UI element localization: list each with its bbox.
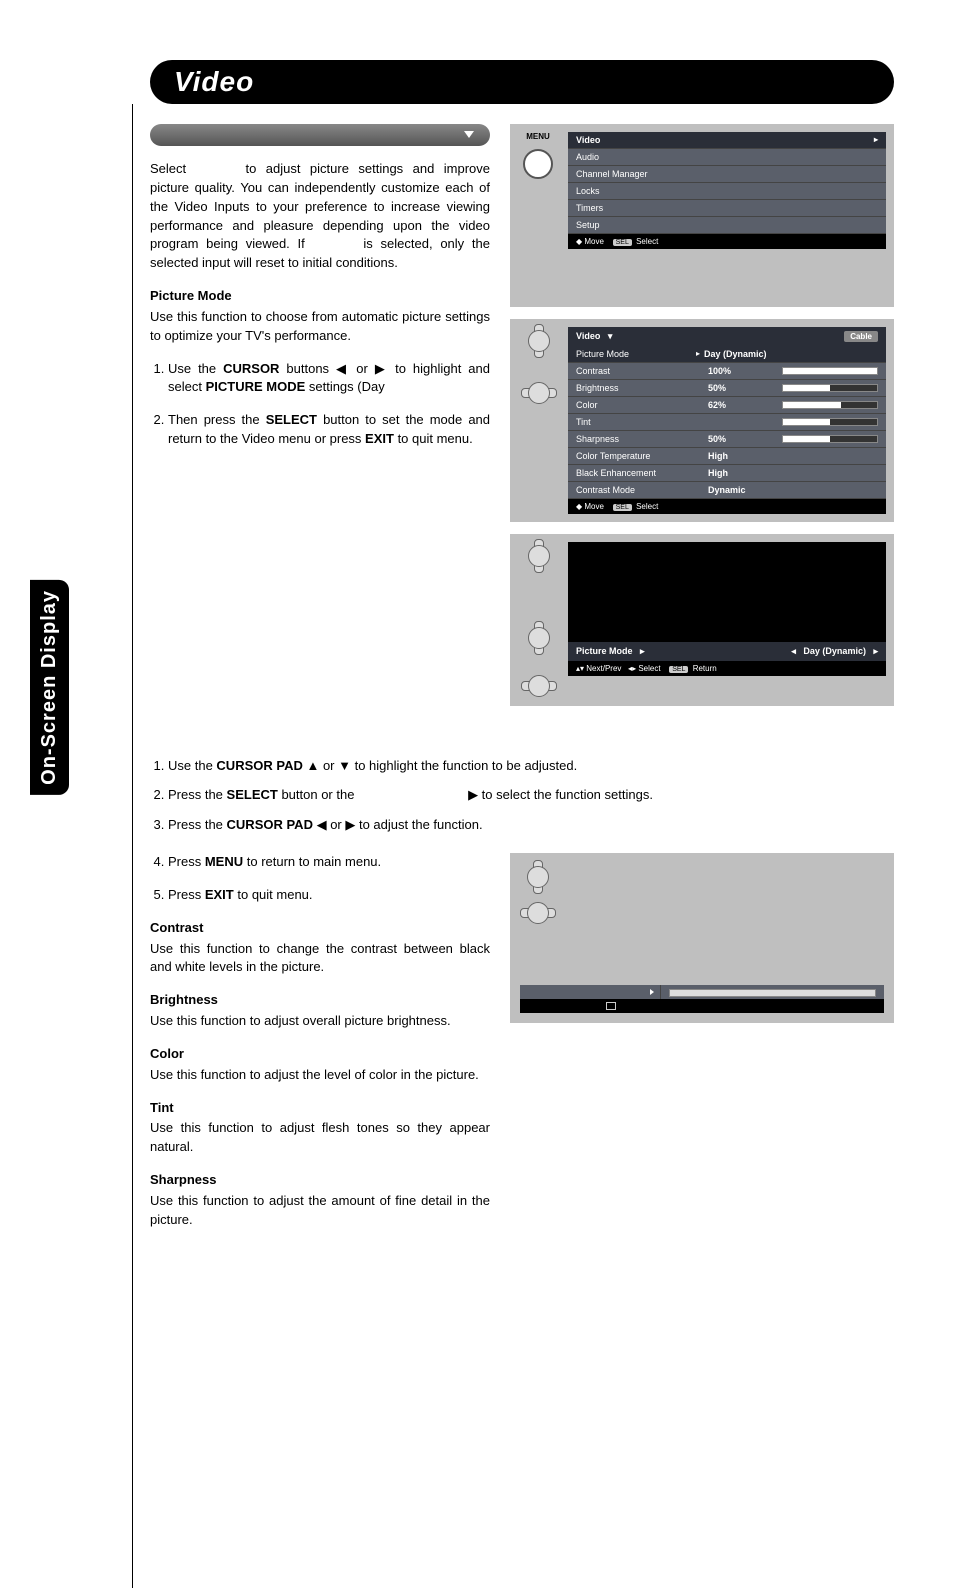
dpad-horizontal-icon xyxy=(520,899,554,925)
chevron-right-icon: ▸ xyxy=(640,646,645,656)
dpad-horizontal-icon xyxy=(521,672,555,698)
tint-heading: Tint xyxy=(150,1099,490,1118)
step: Use the CURSOR PAD ▲ or ▼ to highlight t… xyxy=(168,758,894,773)
chevron-down-icon: ▾ xyxy=(608,331,613,341)
source-badge: Cable xyxy=(844,331,878,342)
menu-item-color-temperature[interactable]: Color TemperatureHigh xyxy=(568,448,886,465)
menu-button-icon xyxy=(523,149,553,179)
dpad-vertical-icon xyxy=(521,542,555,568)
hint-bar: ▴▾ ◂▸ xyxy=(520,999,884,1013)
menu-item-video[interactable]: Video▸ xyxy=(568,132,886,149)
osd-main-menu: MENU Video▸ Audio Channel Manager Locks … xyxy=(510,124,894,307)
menu-item-contrast[interactable]: Contrast100% xyxy=(568,363,886,380)
adjustment-steps-cont: Press MENU to return to main menu. Press… xyxy=(168,853,490,905)
menu-item-timers[interactable]: Timers xyxy=(568,200,886,217)
hint-bar: ◆ Move SEL Select xyxy=(568,499,886,514)
slider-row[interactable] xyxy=(520,985,884,999)
chevron-left-icon: ◂ xyxy=(791,646,796,656)
menu-title-row: Video ▾ Cable xyxy=(568,327,886,346)
updown-icon: ▴▾ xyxy=(550,1000,558,1012)
picture-mode-heading: Picture Mode xyxy=(150,287,490,306)
sharpness-desc: Use this function to adjust the amount o… xyxy=(150,1192,490,1230)
menu-item-sharpness[interactable]: Sharpness50% xyxy=(568,431,886,448)
slider-bar[interactable] xyxy=(669,989,876,997)
chevron-right-icon: ▸ xyxy=(873,646,878,656)
picture-mode-bar[interactable]: Picture Mode ▸ ◂ Day (Dynamic) ▸ xyxy=(568,642,886,661)
tint-desc: Use this function to adjust flesh tones … xyxy=(150,1119,490,1157)
menu-item-black-enhancement[interactable]: Black EnhancementHigh xyxy=(568,465,886,482)
osd-video-menu: Video ▾ Cable Picture Mode▸Day (Dynamic)… xyxy=(510,319,894,522)
menu-item-audio[interactable]: Audio xyxy=(568,149,886,166)
step: Press MENU to return to main menu. xyxy=(168,853,490,872)
step: Press the CURSOR PAD ◀ or ▶ to adjust th… xyxy=(168,817,894,833)
step: Then press the SELECT button to set the … xyxy=(168,411,490,449)
dpad-vertical-icon xyxy=(520,863,554,889)
hint-bar: ▴▾ Next/Prev ◂▸ Select SEL Return xyxy=(568,661,886,676)
picture-mode-steps: Use the CURSOR buttons ◀ or ▶ to highlig… xyxy=(168,360,490,449)
key-icon xyxy=(606,1002,616,1010)
color-heading: Color xyxy=(150,1045,490,1064)
menu-item-setup[interactable]: Setup xyxy=(568,217,886,234)
side-tab: On-Screen Display xyxy=(30,580,69,795)
chevron-down-icon xyxy=(464,131,474,138)
picture-mode-desc: Use this function to choose from automat… xyxy=(150,308,490,346)
menu-item-picture-mode[interactable]: Picture Mode▸Day (Dynamic) xyxy=(568,346,886,363)
contrast-desc: Use this function to change the contrast… xyxy=(150,940,490,978)
brightness-desc: Use this function to adjust overall pict… xyxy=(150,1012,490,1031)
divider xyxy=(132,104,133,1588)
hint-bar: ◆ Move SEL Select xyxy=(568,234,886,249)
dpad-horizontal-icon xyxy=(521,379,555,405)
menu-item-channel-manager[interactable]: Channel Manager xyxy=(568,166,886,183)
intro-paragraph: Select VIDEO to adjust picture settings … xyxy=(150,160,490,273)
brightness-heading: Brightness xyxy=(150,991,490,1010)
chevron-right-icon: ▸ xyxy=(874,135,878,145)
subsection-pill xyxy=(150,124,490,146)
leftright-icon: ◂▸ xyxy=(578,1000,586,1012)
step: Press EXIT to quit menu. xyxy=(168,886,490,905)
osd-slider-panel: ▴▾ ◂▸ xyxy=(510,853,894,1023)
dpad-vertical-icon xyxy=(521,327,555,353)
menu-item-brightness[interactable]: Brightness50% xyxy=(568,380,886,397)
sharpness-heading: Sharpness xyxy=(150,1171,490,1190)
chevron-right-icon xyxy=(650,989,654,995)
dpad-vertical-icon xyxy=(521,624,555,650)
section-header: Video xyxy=(150,60,894,104)
menu-item-locks[interactable]: Locks xyxy=(568,183,886,200)
section-title: Video xyxy=(174,66,870,98)
osd-picture-mode: Picture Mode ▸ ◂ Day (Dynamic) ▸ ▴▾ Next… xyxy=(510,534,894,706)
step: Press the SELECT button or the ▶ to sele… xyxy=(168,787,894,803)
menu-label: MENU xyxy=(526,132,550,141)
step: Use the CURSOR buttons ◀ or ▶ to highlig… xyxy=(168,360,490,398)
menu-item-tint[interactable]: Tint xyxy=(568,414,886,431)
menu-item-color[interactable]: Color62% xyxy=(568,397,886,414)
contrast-heading: Contrast xyxy=(150,919,490,938)
menu-item-contrast-mode[interactable]: Contrast ModeDynamic xyxy=(568,482,886,499)
adjustment-steps: Use the CURSOR PAD ▲ or ▼ to highlight t… xyxy=(168,758,894,833)
color-desc: Use this function to adjust the level of… xyxy=(150,1066,490,1085)
